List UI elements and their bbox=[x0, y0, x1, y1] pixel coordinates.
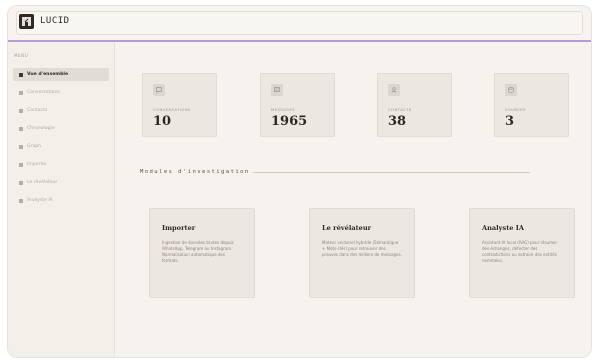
sidebar-item-contacts[interactable]: Contacts bbox=[13, 104, 109, 117]
sidebar-item-graph[interactable]: Graph bbox=[13, 140, 109, 153]
sidebar-item-label: Conversations bbox=[27, 90, 60, 95]
module-description: Assistant IA local (RAG) pour résumer de… bbox=[482, 240, 558, 263]
logo-icon[interactable] bbox=[19, 14, 34, 29]
module-title: Le révélateur bbox=[322, 224, 372, 232]
section-title: Modules d'investigation bbox=[140, 169, 250, 175]
brand-name[interactable]: LUCID bbox=[40, 16, 70, 26]
top-bar: LUCID bbox=[8, 6, 591, 42]
contacts-icon bbox=[388, 84, 400, 96]
app-window: LUCID MENU Vue d'ensemble Conversations … bbox=[8, 6, 591, 357]
graph-icon bbox=[19, 144, 23, 149]
stat-value: 1965 bbox=[271, 114, 308, 129]
stat-label: MESSAGES bbox=[271, 107, 296, 112]
message-icon bbox=[271, 84, 283, 96]
sidebar: MENU Vue d'ensemble Conversations Contac… bbox=[8, 42, 115, 357]
stat-label: CONTACTS bbox=[388, 107, 412, 112]
sidebar-item-analyste-ia[interactable]: Analyste IA bbox=[13, 194, 109, 207]
module-description: Moteur vectoriel hybride (Sémantique + M… bbox=[322, 240, 402, 257]
sidebar-item-label: Analyste IA bbox=[27, 198, 53, 203]
top-bar-inner bbox=[16, 11, 583, 35]
module-title: Analyste IA bbox=[482, 224, 524, 232]
sidebar-item-revelateur[interactable]: Le révélateur bbox=[13, 176, 109, 189]
sidebar-item-chronologie[interactable]: Chronologie bbox=[13, 122, 109, 135]
main-content: CONVERSATIONS 10 MESSAGES 1965 CONTACTS … bbox=[115, 42, 591, 357]
stat-card-sources: SOURCES 3 bbox=[494, 73, 569, 137]
sidebar-item-label: Le révélateur bbox=[27, 180, 58, 185]
stat-value: 38 bbox=[388, 114, 407, 129]
sidebar-item-label: Graph bbox=[27, 144, 42, 149]
grid-icon bbox=[19, 72, 23, 77]
sidebar-item-label: Vue d'ensemble bbox=[27, 72, 69, 77]
sidebar-item-conversations[interactable]: Conversations bbox=[13, 86, 109, 99]
ai-icon bbox=[19, 198, 23, 203]
module-description: Ingestion de données brutes depuis Whats… bbox=[162, 240, 234, 263]
chat-icon bbox=[153, 84, 165, 96]
module-card-importer[interactable]: Importer Ingestion de données brutes dep… bbox=[149, 208, 255, 298]
stat-label: SOURCES bbox=[505, 107, 526, 112]
divider bbox=[253, 172, 530, 173]
module-title: Importer bbox=[162, 224, 196, 232]
module-card-revelateur[interactable]: Le révélateur Moteur vectoriel hybride (… bbox=[309, 208, 415, 298]
sidebar-section-label: MENU bbox=[14, 53, 29, 58]
search-icon bbox=[19, 180, 23, 185]
stat-card-messages: MESSAGES 1965 bbox=[260, 73, 335, 137]
stat-card-conversations: CONVERSATIONS 10 bbox=[142, 73, 217, 137]
stat-card-contacts: CONTACTS 38 bbox=[377, 73, 452, 137]
sidebar-item-importer[interactable]: Importer bbox=[13, 158, 109, 171]
import-icon bbox=[19, 162, 23, 167]
module-card-analyste-ia[interactable]: Analyste IA Assistant IA local (RAG) pou… bbox=[469, 208, 575, 298]
sidebar-item-label: Importer bbox=[27, 162, 47, 167]
sidebar-item-label: Contacts bbox=[27, 108, 48, 113]
stat-label: CONVERSATIONS bbox=[153, 107, 191, 112]
sidebar-item-label: Chronologie bbox=[27, 126, 55, 131]
stat-value: 3 bbox=[505, 114, 515, 129]
source-icon bbox=[505, 84, 517, 96]
sidebar-item-vue-ensemble[interactable]: Vue d'ensemble bbox=[13, 68, 109, 81]
stat-value: 10 bbox=[153, 114, 172, 129]
chat-icon bbox=[19, 90, 23, 95]
timeline-icon bbox=[19, 126, 23, 131]
contacts-icon bbox=[19, 108, 23, 113]
